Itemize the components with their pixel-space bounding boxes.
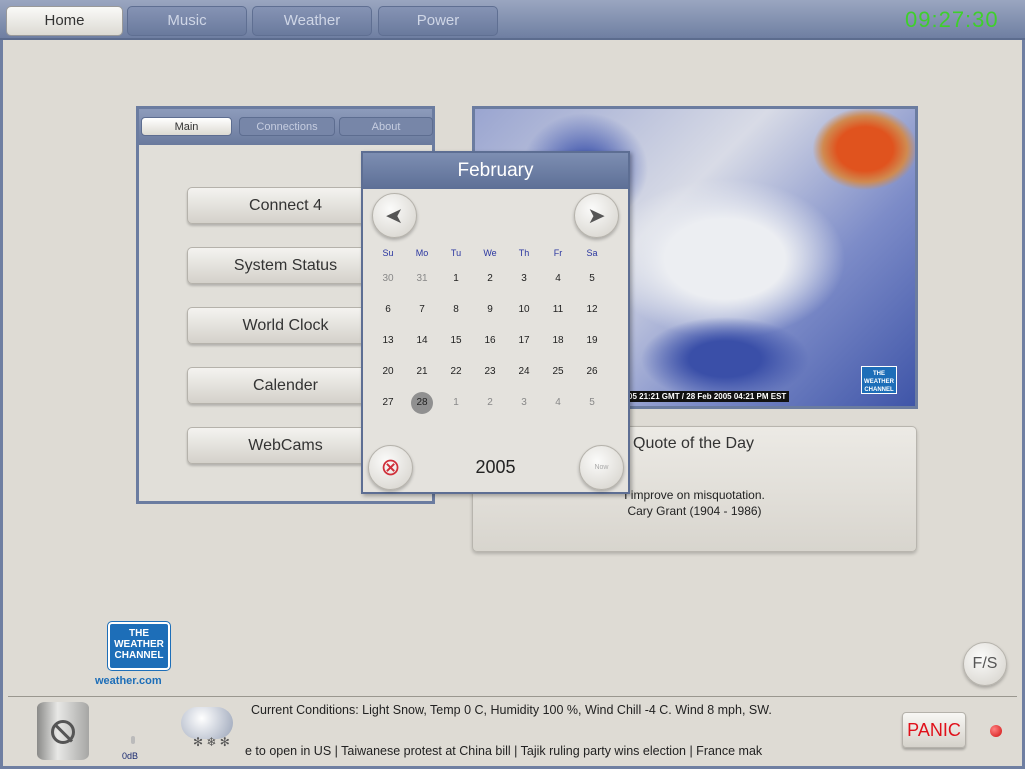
map-timestamp: 05 21:21 GMT / 28 Feb 2005 04:21 PM EST xyxy=(625,391,790,402)
arrow-right-icon: ➤ xyxy=(587,203,606,228)
calendar-day[interactable]: 8 xyxy=(439,304,473,315)
divider xyxy=(8,696,1017,697)
calendar-day[interactable]: 20 xyxy=(371,366,405,377)
calendar-day[interactable]: 1 xyxy=(439,397,473,408)
calendar-day[interactable]: 17 xyxy=(507,335,541,346)
next-month-button[interactable]: ➤ xyxy=(574,193,619,238)
current-conditions: Current Conditions: Light Snow, Temp 0 C… xyxy=(251,703,772,717)
calendar-day[interactable]: 5 xyxy=(575,397,609,408)
calendar-day[interactable]: 25 xyxy=(541,366,575,377)
weekday-label: We xyxy=(483,248,497,258)
quote-title: Quote of the Day xyxy=(633,435,754,452)
calendar-day[interactable]: 16 xyxy=(473,335,507,346)
calendar-day[interactable]: 24 xyxy=(507,366,541,377)
weather-channel-logo: THE WEATHER CHANNEL xyxy=(107,621,171,671)
connect4-button[interactable]: Connect 4 xyxy=(187,187,384,224)
world-clock-button[interactable]: World Clock xyxy=(187,307,384,344)
clock: 09:27:30 xyxy=(905,7,999,32)
calendar-week: 6 7 8 9 10 11 12 xyxy=(371,294,609,325)
weekday-label: Su xyxy=(382,248,394,258)
tab-power[interactable]: Power xyxy=(378,6,498,36)
calendar-day[interactable]: 4 xyxy=(541,397,575,408)
calendar-day[interactable]: 22 xyxy=(439,366,473,377)
top-bar: Home Music Weather Power 09:27:30 xyxy=(0,0,1025,40)
tab-home[interactable]: Home xyxy=(6,6,123,36)
news-ticker: e to open in US | Taiwanese protest at C… xyxy=(245,744,763,758)
calendar-day[interactable]: 26 xyxy=(575,366,609,377)
webcams-button[interactable]: WebCams xyxy=(187,427,384,464)
weekday-label: Fr xyxy=(553,248,563,258)
calendar-popup: February ➤ ➤ Su Mo Tu We Th Fr Sa 30 31 1 2 3 4 5 6 7 8 9… xyxy=(361,151,630,494)
tab-weather[interactable]: Weather xyxy=(252,6,372,36)
calendar-day[interactable]: 6 xyxy=(371,304,405,315)
volume-label: 0dB xyxy=(122,751,139,761)
calendar-day[interactable]: 13 xyxy=(371,335,405,346)
calendar-day[interactable]: 3 xyxy=(507,273,541,284)
snow-cloud-icon: ✻ ❄ ✻ xyxy=(181,707,233,749)
prev-month-button[interactable]: ➤ xyxy=(372,193,417,238)
calendar-day[interactable]: 14 xyxy=(405,335,439,346)
calendar-day[interactable]: 12 xyxy=(575,304,609,315)
panel-tab-main[interactable]: Main xyxy=(141,117,232,136)
calendar-day[interactable]: 2 xyxy=(473,273,507,284)
weekday-label: Th xyxy=(518,248,530,258)
no-symbol-icon xyxy=(51,720,75,744)
calendar-day[interactable]: 7 xyxy=(405,304,439,315)
calendar-grid: Su Mo Tu We Th Fr Sa 30 31 1 2 3 4 5 6 7 8 9 10 11 12 13 14 15 1… xyxy=(371,243,609,418)
panel-tab-about[interactable]: About xyxy=(339,117,433,136)
calendar-day[interactable]: 4 xyxy=(541,273,575,284)
weather-channel-map-logo: THE WEATHER CHANNEL xyxy=(861,366,897,394)
quote-author: Cary Grant (1904 - 1986) xyxy=(627,504,762,518)
calendar-week: 27 28 1 2 3 4 5 xyxy=(371,387,609,418)
now-button[interactable]: Now xyxy=(579,445,624,490)
calendar-day[interactable]: 21 xyxy=(405,366,439,377)
calendar-day[interactable]: 28 xyxy=(405,391,439,414)
weekday-label: Tu xyxy=(450,248,462,258)
calendar-day[interactable]: 19 xyxy=(575,335,609,346)
status-indicator-light xyxy=(990,725,1002,737)
calender-button[interactable]: Calender xyxy=(187,367,384,404)
tab-music[interactable]: Music xyxy=(127,6,247,36)
calendar-day[interactable]: 15 xyxy=(439,335,473,346)
calendar-day[interactable]: 27 xyxy=(371,397,405,408)
panic-button[interactable]: PANIC xyxy=(902,712,966,748)
calendar-day[interactable]: 11 xyxy=(541,304,575,315)
weekday-label: Mo xyxy=(415,248,429,258)
calendar-day[interactable]: 9 xyxy=(473,304,507,315)
calendar-day[interactable]: 10 xyxy=(507,304,541,315)
arrow-left-icon: ➤ xyxy=(385,203,404,228)
calendar-week: 13 14 15 16 17 18 19 xyxy=(371,325,609,356)
calendar-day[interactable]: 18 xyxy=(541,335,575,346)
calendar-week: 20 21 22 23 24 25 26 xyxy=(371,356,609,387)
calendar-month: February xyxy=(363,153,628,189)
calendar-week: 30 31 1 2 3 4 5 xyxy=(371,263,609,294)
selected-day[interactable]: 28 xyxy=(411,391,433,414)
weather-com-link[interactable]: weather.com xyxy=(95,675,162,687)
volume-slider[interactable] xyxy=(131,736,135,744)
calendar-day[interactable]: 5 xyxy=(575,273,609,284)
system-status-button[interactable]: System Status xyxy=(187,247,384,284)
calendar-day[interactable]: 1 xyxy=(439,273,473,284)
calendar-day[interactable]: 31 xyxy=(405,273,439,284)
weekday-label: Sa xyxy=(586,248,598,258)
calendar-day[interactable]: 30 xyxy=(371,273,405,284)
trash-icon[interactable] xyxy=(37,702,89,760)
calendar-day[interactable]: 23 xyxy=(473,366,507,377)
calendar-day[interactable]: 3 xyxy=(507,397,541,408)
fullscreen-button[interactable]: F/S xyxy=(963,642,1007,686)
panel-tab-connections[interactable]: Connections xyxy=(239,117,335,136)
calendar-day[interactable]: 2 xyxy=(473,397,507,408)
